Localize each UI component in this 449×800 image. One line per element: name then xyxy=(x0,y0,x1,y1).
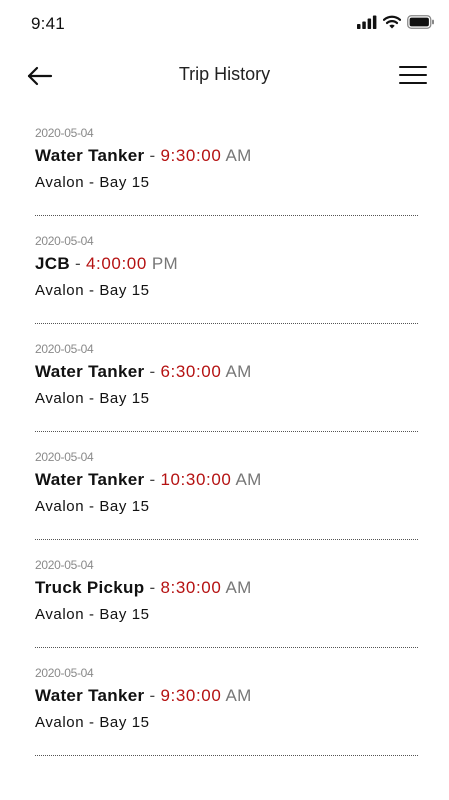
wifi-icon xyxy=(383,15,401,29)
trip-date: 2020-05-04 xyxy=(35,342,94,356)
trip-date: 2020-05-04 xyxy=(35,234,94,248)
trip-date: 2020-05-04 xyxy=(35,558,94,572)
separator: - xyxy=(149,686,156,705)
trip-time: 9:30:00 xyxy=(160,686,222,705)
divider xyxy=(35,755,418,756)
trip-date: 2020-05-04 xyxy=(35,450,94,464)
trip-list-item[interactable]: 2020-05-04 Water Tanker - 9:30:00 AM Ava… xyxy=(35,648,418,756)
status-bar: 9:41 xyxy=(0,0,449,44)
trip-list-item[interactable]: 2020-05-04 Truck Pickup - 8:30:00 AM Ava… xyxy=(35,540,418,648)
trip-time: 4:00:00 xyxy=(85,254,147,273)
menu-button[interactable] xyxy=(399,64,427,86)
separator: - xyxy=(149,362,156,381)
trip-location: Avalon - Bay 15 xyxy=(35,174,150,191)
trip-ampm: PM xyxy=(151,254,179,273)
trip-summary: JCB - 4:00:00 PM xyxy=(35,254,178,274)
trip-summary: Water Tanker - 9:30:00 AM xyxy=(35,146,252,166)
trip-list: 2020-05-04 Water Tanker - 9:30:00 AM Ava… xyxy=(0,108,449,756)
header-bar: Trip History xyxy=(0,56,449,96)
vehicle-name: Truck Pickup xyxy=(35,578,145,597)
status-time: 9:41 xyxy=(31,14,65,33)
battery-icon xyxy=(407,15,435,29)
trip-list-item[interactable]: 2020-05-04 Water Tanker - 9:30:00 AM Ava… xyxy=(35,108,418,216)
trip-time: 8:30:00 xyxy=(160,578,222,597)
vehicle-name: Water Tanker xyxy=(35,362,145,381)
trip-time: 6:30:00 xyxy=(160,362,222,381)
vehicle-name: Water Tanker xyxy=(35,686,145,705)
separator: - xyxy=(149,578,156,597)
trip-ampm: AM xyxy=(235,470,262,489)
trip-location: Avalon - Bay 15 xyxy=(35,390,150,407)
trip-summary: Truck Pickup - 8:30:00 AM xyxy=(35,578,252,598)
trip-location: Avalon - Bay 15 xyxy=(35,606,150,623)
vehicle-name: JCB xyxy=(35,254,70,273)
signal-icon xyxy=(357,15,377,29)
hamburger-menu-icon xyxy=(399,66,427,90)
trip-location: Avalon - Bay 15 xyxy=(35,498,150,515)
trip-summary: Water Tanker - 9:30:00 AM xyxy=(35,686,252,706)
trip-date: 2020-05-04 xyxy=(35,666,94,680)
trip-summary: Water Tanker - 6:30:00 AM xyxy=(35,362,252,382)
trip-list-item[interactable]: 2020-05-04 Water Tanker - 6:30:00 AM Ava… xyxy=(35,324,418,432)
trip-time: 9:30:00 xyxy=(160,146,222,165)
trip-location: Avalon - Bay 15 xyxy=(35,282,150,299)
trip-ampm: AM xyxy=(225,686,252,705)
vehicle-name: Water Tanker xyxy=(35,470,145,489)
separator: - xyxy=(149,146,156,165)
page-title: Trip History xyxy=(178,64,271,84)
trip-list-item[interactable]: 2020-05-04 JCB - 4:00:00 PM Avalon - Bay… xyxy=(35,216,418,324)
trip-location: Avalon - Bay 15 xyxy=(35,714,150,731)
trip-date: 2020-05-04 xyxy=(35,126,94,140)
vehicle-name: Water Tanker xyxy=(35,146,145,165)
separator: - xyxy=(74,254,81,273)
trip-summary: Water Tanker - 10:30:00 AM xyxy=(35,470,262,490)
separator: - xyxy=(149,470,156,489)
trip-time: 10:30:00 xyxy=(160,470,232,489)
trip-ampm: AM xyxy=(225,362,252,381)
trip-ampm: AM xyxy=(225,146,252,165)
status-icons xyxy=(357,14,435,30)
trip-list-item[interactable]: 2020-05-04 Water Tanker - 10:30:00 AM Av… xyxy=(35,432,418,540)
trip-ampm: AM xyxy=(225,578,252,597)
